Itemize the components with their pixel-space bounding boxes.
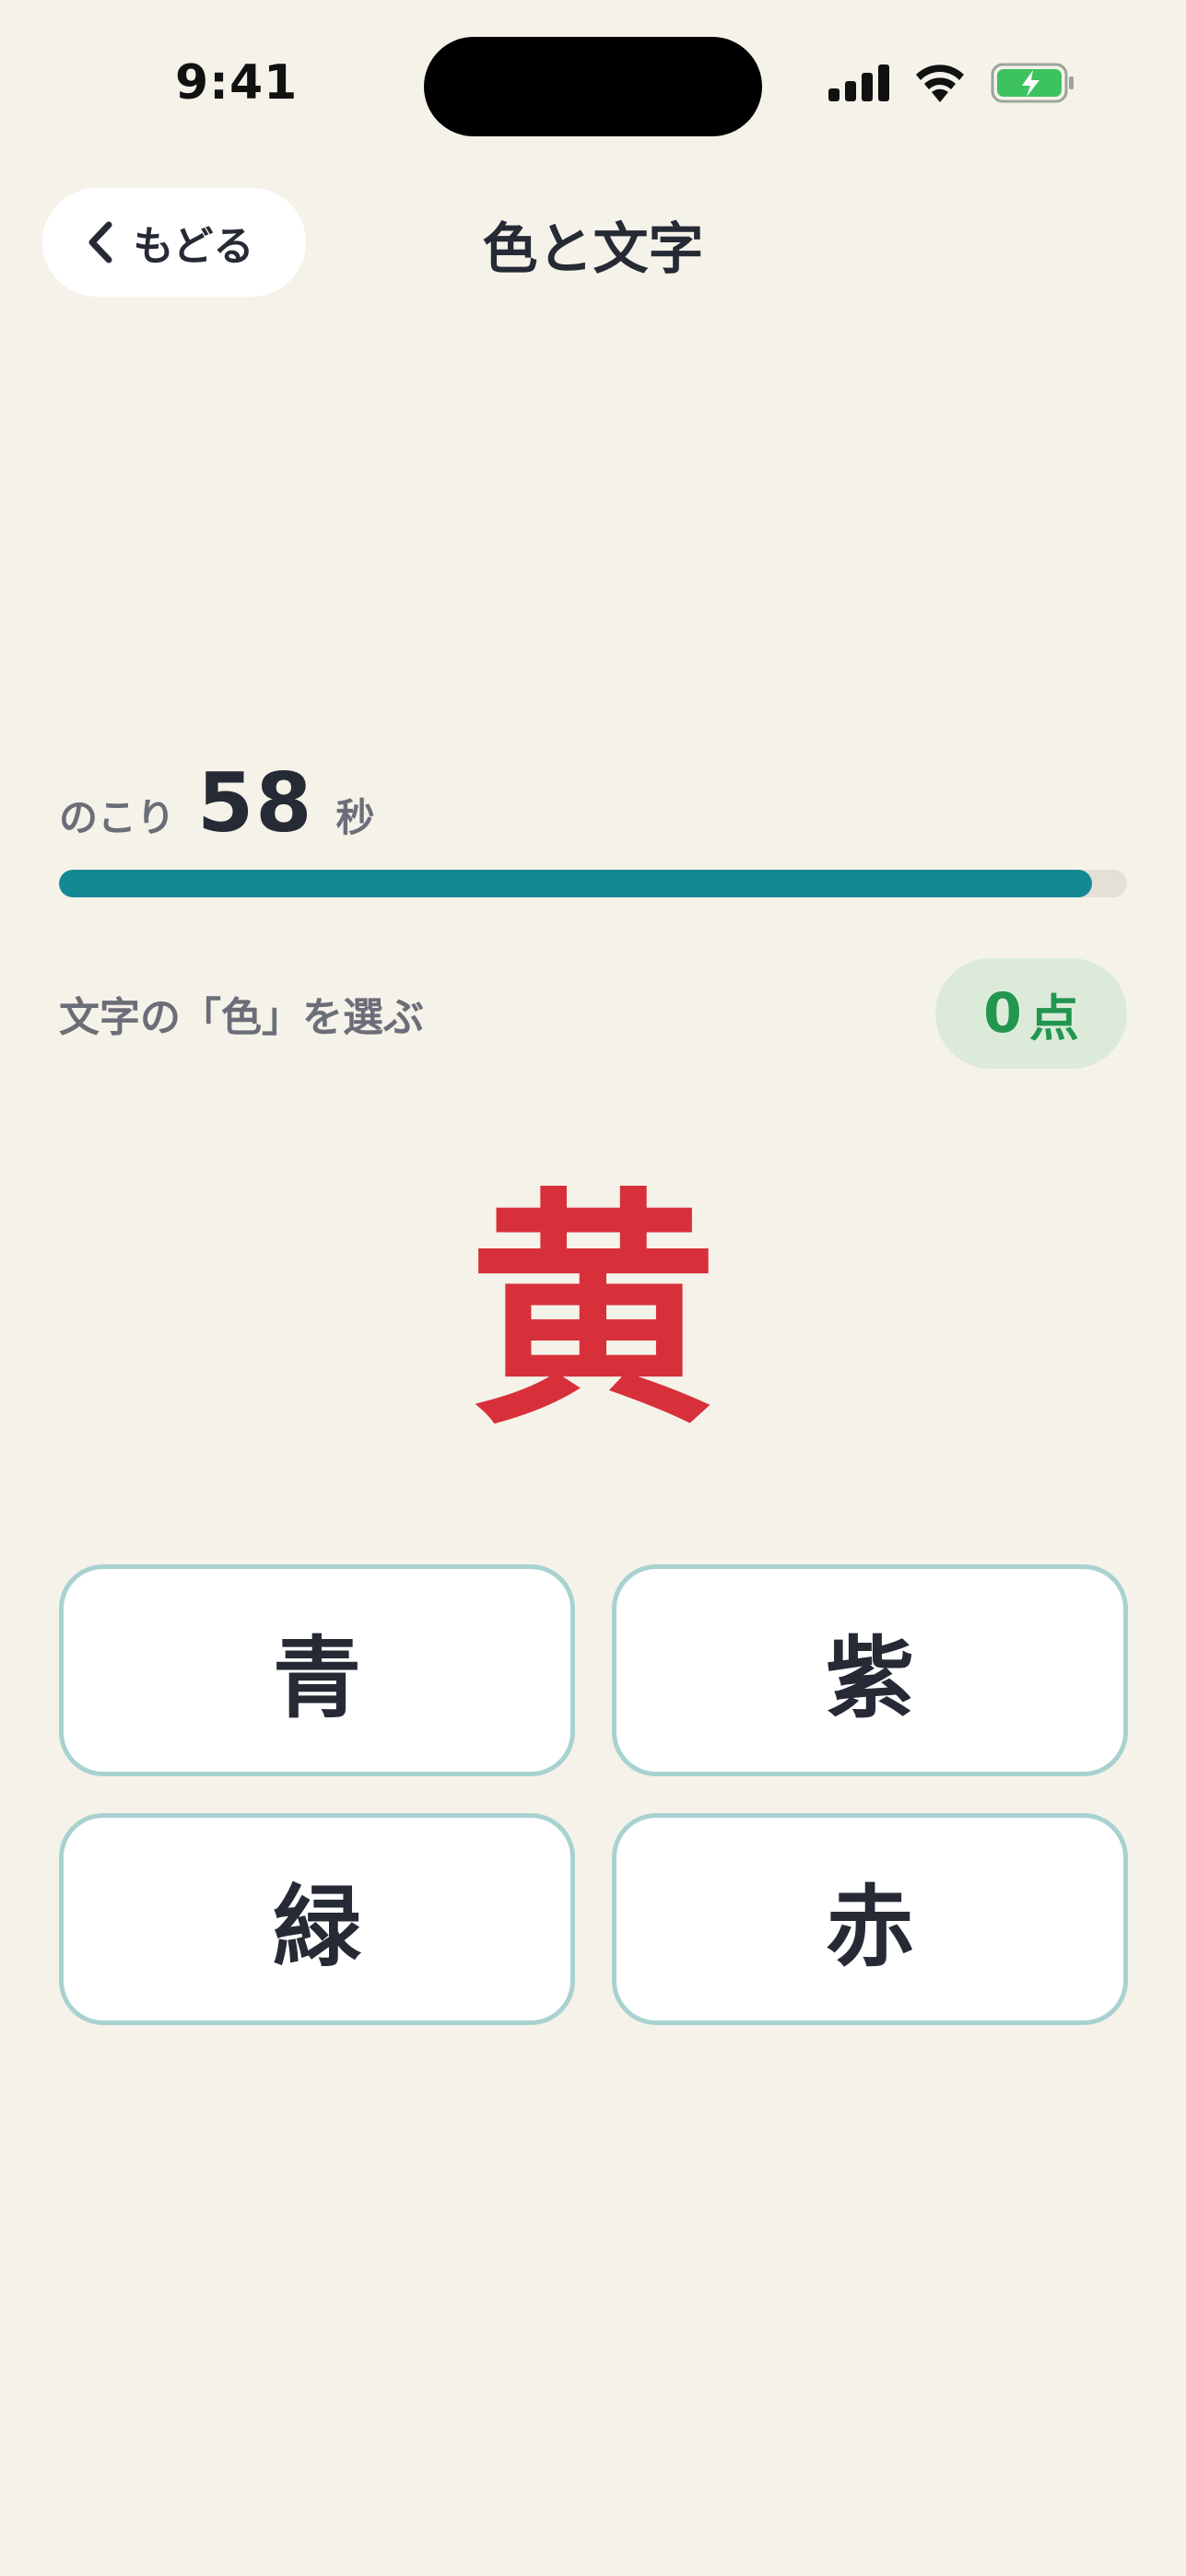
- battery-charging-icon: [991, 63, 1074, 103]
- status-time: 9:41: [175, 55, 299, 111]
- answer-button-purple[interactable]: 紫: [612, 1564, 1128, 1776]
- timer-suffix: 秒: [335, 795, 375, 840]
- status-icons: [828, 63, 1075, 103]
- signal-bars-icon: [828, 64, 889, 101]
- score-badge: 0 点: [935, 958, 1127, 1069]
- page-title: 色と文字: [482, 217, 704, 282]
- timer-prefix: のこり: [59, 795, 176, 840]
- answer-button-red[interactable]: 赤: [612, 1813, 1128, 2025]
- wifi-icon: [916, 64, 964, 102]
- timer: のこり 58 秒: [59, 755, 375, 850]
- score-unit: 点: [1028, 989, 1079, 1048]
- instruction-text: 文字の「色」を選ぶ: [59, 994, 424, 1041]
- time-progress-bar: [59, 870, 1127, 897]
- time-progress-fill: [59, 870, 1092, 897]
- timer-seconds: 58: [197, 755, 314, 850]
- dynamic-island: [424, 37, 762, 136]
- score-value: 0: [983, 981, 1022, 1046]
- answer-button-green[interactable]: 緑: [59, 1813, 575, 2025]
- stimulus-word: 黄: [468, 1167, 718, 1458]
- answer-button-blue[interactable]: 青: [59, 1564, 575, 1776]
- answer-grid: 青 紫 緑 赤: [59, 1564, 1128, 2025]
